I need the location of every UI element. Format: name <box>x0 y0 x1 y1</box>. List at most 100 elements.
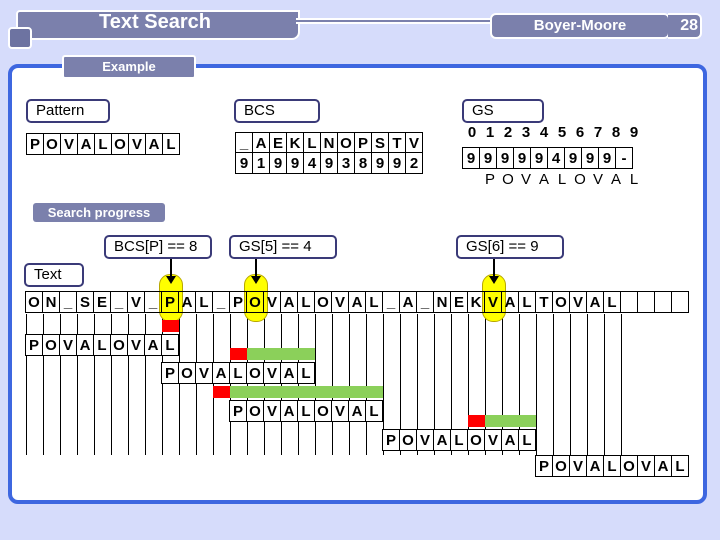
pattern-attempt-cell: P <box>25 334 43 356</box>
pattern-attempt-cell: V <box>263 400 281 422</box>
mismatch-marker <box>230 348 247 360</box>
pattern-attempt-cell: L <box>297 400 315 422</box>
text-cell: L <box>518 291 536 313</box>
text-cell: V <box>127 291 145 313</box>
mismatch-marker <box>162 320 179 332</box>
pattern-attempt-row: POVALOVAL <box>382 429 536 451</box>
pattern-attempt-cell: O <box>246 362 264 384</box>
gs-pattern-char: A <box>538 171 549 188</box>
bcs-char-cell: O <box>337 132 355 154</box>
gs-pattern-char: L <box>629 171 639 188</box>
pattern-cell: L <box>162 133 180 155</box>
text-cell: V <box>484 291 502 313</box>
bcs-char-cell: P <box>354 132 372 154</box>
gs-pattern-char: V <box>592 171 603 188</box>
gs-value-cell: 9 <box>462 147 480 169</box>
pattern-attempt-cell: A <box>144 334 162 356</box>
match-marker <box>298 348 315 360</box>
gs-pattern-char: O <box>574 171 586 188</box>
bcs-value-cell: 9 <box>371 152 389 174</box>
grid-line <box>247 314 248 455</box>
pattern-attempt-cell: A <box>586 455 604 477</box>
match-marker <box>247 386 264 398</box>
pattern-attempt-row: POVALOVAL <box>161 362 315 384</box>
annotation-label: BCS[P] == 8 <box>104 235 212 259</box>
grid-line <box>366 314 367 455</box>
gs-indices-row: 0123456789 <box>463 124 643 141</box>
grid-line <box>332 314 333 455</box>
bcs-value-cell: 9 <box>388 152 406 174</box>
match-marker <box>281 386 298 398</box>
pattern-cell: V <box>60 133 78 155</box>
bcs-char-cell: A <box>252 132 270 154</box>
gs-index: 0 <box>467 124 477 141</box>
bcs-char-cell: V <box>405 132 423 154</box>
bcs-char-cell: N <box>320 132 338 154</box>
text-cell: A <box>586 291 604 313</box>
pattern-attempt-row: POVALOVAL <box>229 400 383 422</box>
pattern-attempt-cell: O <box>246 400 264 422</box>
pattern-attempt-cell: L <box>671 455 689 477</box>
text-cell: _ <box>212 291 230 313</box>
bcs-value-cell: 4 <box>303 152 321 174</box>
pattern-attempt-cell: V <box>484 429 502 451</box>
text-cell: L <box>603 291 621 313</box>
match-marker <box>230 386 247 398</box>
slide-title: Text Search <box>99 11 211 33</box>
pattern-attempt-cell: O <box>467 429 485 451</box>
grid-line <box>264 314 265 455</box>
text-cell: V <box>263 291 281 313</box>
pattern-attempt-cell: A <box>501 429 519 451</box>
text-cell: O <box>246 291 264 313</box>
gs-value-cell: 9 <box>496 147 514 169</box>
gs-value-cell: 9 <box>564 147 582 169</box>
grid-line <box>230 314 231 455</box>
pattern-attempt-cell: L <box>450 429 468 451</box>
grid-line <box>587 314 588 455</box>
pattern-attempt-cell: O <box>42 334 60 356</box>
match-marker <box>349 386 366 398</box>
text-cell <box>654 291 672 313</box>
pattern-attempt-cell: L <box>603 455 621 477</box>
gs-index: 5 <box>557 124 567 141</box>
pattern-attempt-cell: P <box>382 429 400 451</box>
text-cell: _ <box>110 291 128 313</box>
match-marker <box>298 386 315 398</box>
gs-pattern-char: A <box>610 171 621 188</box>
pattern-attempt-cell: P <box>535 455 553 477</box>
text-cell: _ <box>382 291 400 313</box>
pattern-cells: POVALOVAL <box>26 133 180 155</box>
bcs-char-cell: E <box>269 132 287 154</box>
bcs-value-cell: 9 <box>286 152 304 174</box>
pattern-attempt-cell: O <box>314 400 332 422</box>
text-cell: V <box>331 291 349 313</box>
pattern-attempt-cell: V <box>569 455 587 477</box>
pattern-attempt-cell: O <box>620 455 638 477</box>
text-label: Text <box>24 263 84 287</box>
text-cell: L <box>365 291 383 313</box>
pattern-attempt-cell: P <box>161 362 179 384</box>
gs-values-row: 999994999- <box>462 147 633 169</box>
mismatch-marker <box>468 415 485 427</box>
gs-value-cell: 9 <box>479 147 497 169</box>
gs-value-cell: 4 <box>547 147 565 169</box>
text-cell: A <box>399 291 417 313</box>
match-marker <box>366 386 383 398</box>
text-row: O N _ S E _ V _ P A L _ P O V A L O V A L _ A _ N E K V A L T O V A L <box>25 291 689 313</box>
grid-line <box>621 314 622 455</box>
gs-index: 4 <box>539 124 549 141</box>
corner-square-icon <box>8 27 32 49</box>
gs-label: GS <box>462 99 544 123</box>
bcs-char-cell: S <box>371 132 389 154</box>
annotation-label: GS[6] == 9 <box>456 235 564 259</box>
text-cell: N <box>42 291 60 313</box>
text-cell: _ <box>416 291 434 313</box>
pattern-attempt-row: POVALOVAL <box>535 455 689 477</box>
grid-line <box>179 314 180 455</box>
example-label: Example <box>62 55 196 79</box>
text-cell: A <box>348 291 366 313</box>
text-cell: _ <box>59 291 77 313</box>
text-cell: L <box>297 291 315 313</box>
pattern-cell: A <box>145 133 163 155</box>
text-cell: O <box>25 291 43 313</box>
